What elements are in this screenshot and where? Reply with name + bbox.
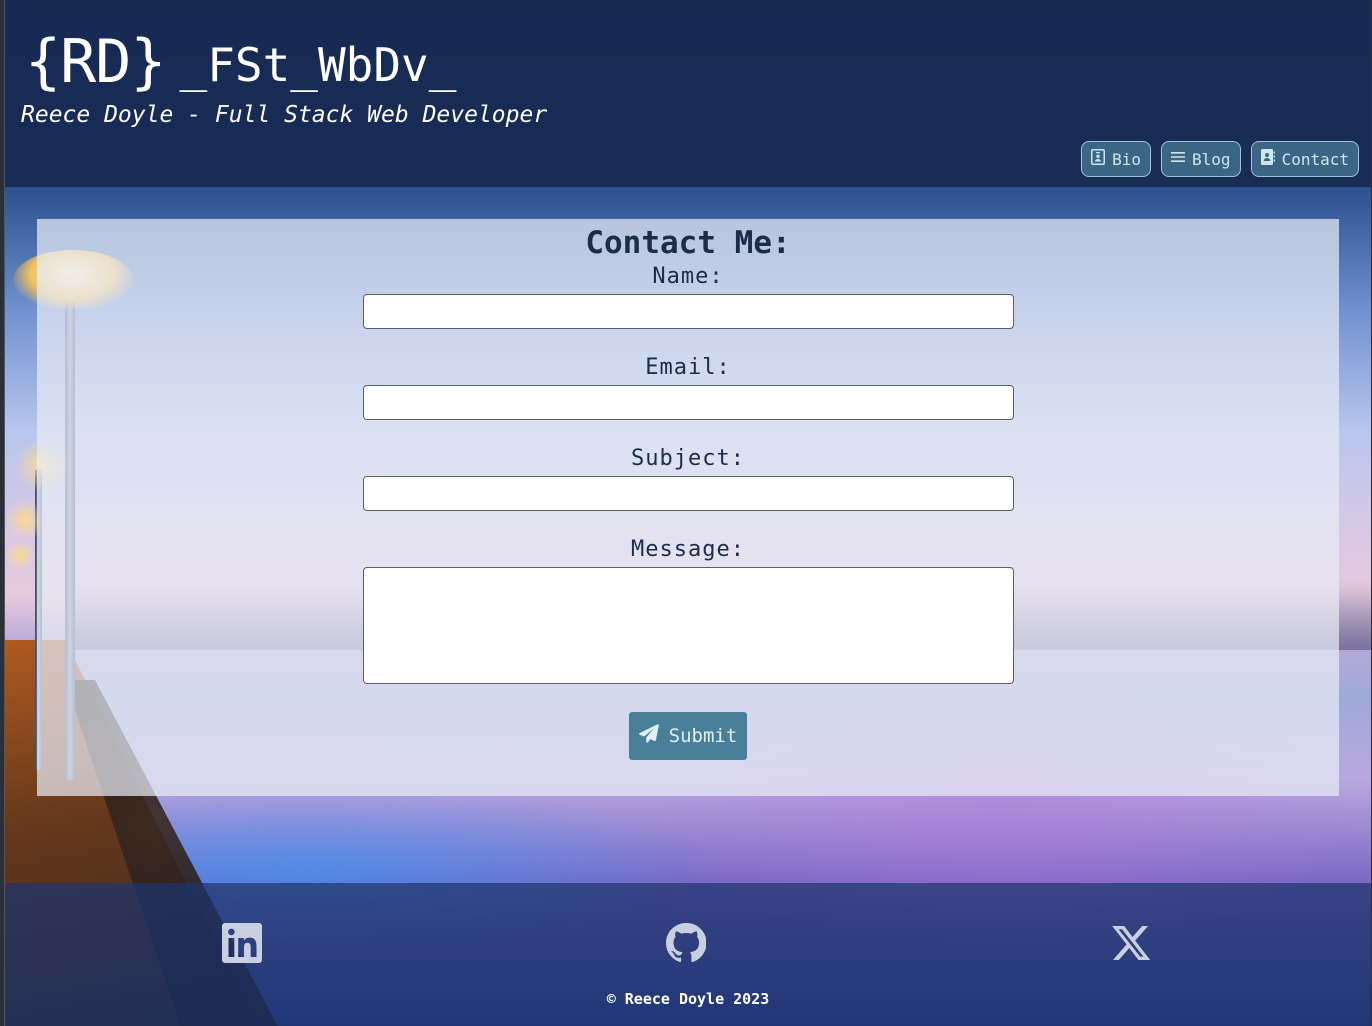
submit-button[interactable]: Submit xyxy=(629,712,747,760)
site-logo[interactable]: {RD} _FSt_WbDv_ xyxy=(25,22,456,102)
main-nav: Bio Blog Contact xyxy=(1081,141,1359,177)
address-book-icon xyxy=(1260,149,1275,169)
nav-blog-button[interactable]: Blog xyxy=(1161,141,1241,177)
name-input[interactable] xyxy=(363,294,1014,329)
contact-form-title: Contact Me: xyxy=(585,225,791,261)
contact-form-card: Contact Me: Name: Email: Subject: Messag… xyxy=(37,219,1339,796)
logo-mark: {RD} xyxy=(25,27,166,97)
linkedin-icon xyxy=(222,923,262,967)
submit-label: Submit xyxy=(668,725,738,747)
nav-bio-label: Bio xyxy=(1112,149,1142,169)
github-icon xyxy=(665,922,707,967)
logo-text: _FSt_WbDv_ xyxy=(179,38,457,92)
x-link[interactable] xyxy=(1111,923,1151,963)
id-badge-icon xyxy=(1091,149,1106,169)
message-label: Message: xyxy=(631,537,745,562)
subject-label: Subject: xyxy=(631,446,745,471)
site-tagline: Reece Doyle - Full Stack Web Developer xyxy=(21,102,548,128)
nav-contact-button[interactable]: Contact xyxy=(1250,141,1359,177)
linkedin-link[interactable] xyxy=(222,923,262,963)
email-label: Email: xyxy=(645,355,731,380)
site-header: {RD} _FSt_WbDv_ Reece Doyle - Full Stack… xyxy=(5,0,1371,187)
background-lamp-light xyxy=(5,540,35,570)
name-label: Name: xyxy=(652,264,724,289)
nav-contact-label: Contact xyxy=(1281,149,1349,169)
github-link[interactable] xyxy=(665,922,707,963)
bars-icon xyxy=(1171,149,1186,169)
site-footer: © Reece Doyle 2023 xyxy=(5,883,1371,1026)
x-twitter-icon xyxy=(1111,926,1151,967)
page-frame: {RD} _FSt_WbDv_ Reece Doyle - Full Stack… xyxy=(4,0,1371,1026)
email-input[interactable] xyxy=(363,385,1014,420)
nav-blog-label: Blog xyxy=(1192,149,1231,169)
subject-input[interactable] xyxy=(363,476,1014,511)
paper-plane-icon xyxy=(638,723,659,749)
message-textarea[interactable] xyxy=(363,567,1014,684)
nav-bio-button[interactable]: Bio xyxy=(1081,141,1152,177)
copyright-text: © Reece Doyle 2023 xyxy=(606,990,770,1008)
